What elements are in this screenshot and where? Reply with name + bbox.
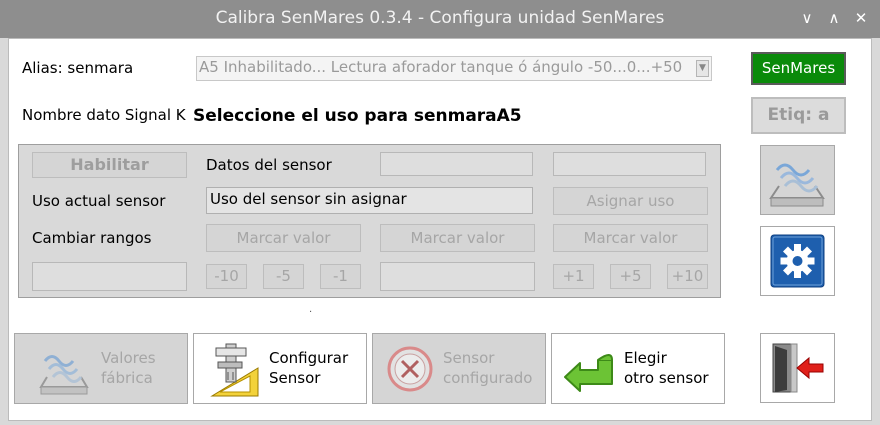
configurar-sensor-line1: Configurar — [269, 349, 349, 367]
sensor-select-value: A5 Inhabilitado... Lectura aforador tanq… — [199, 58, 683, 76]
increment-5-button[interactable]: +5 — [610, 264, 651, 289]
asignar-uso-button[interactable]: Asignar uso — [553, 187, 708, 215]
sensor-data-icon-button[interactable] — [760, 145, 835, 215]
caliper-icon — [210, 343, 259, 397]
datos-sensor-field-1 — [380, 152, 533, 176]
elegir-otro-sensor-button[interactable]: Elegir otro sensor — [551, 333, 725, 404]
cambiar-rangos-label: Cambiar rangos — [32, 229, 152, 247]
settings-icon-button[interactable] — [760, 226, 835, 296]
signalk-name: Seleccione el uso para senmaraA5 — [193, 106, 522, 126]
decrement-1-button[interactable]: -1 — [320, 264, 361, 289]
configurar-sensor-line2: Sensor — [269, 369, 321, 387]
marcar-valor-button-1[interactable]: Marcar valor — [206, 224, 361, 252]
datos-sensor-field-2 — [553, 152, 706, 176]
decrement-10-button[interactable]: -10 — [206, 264, 247, 289]
range-field-center — [380, 262, 535, 291]
wave-tray-icon — [769, 163, 825, 207]
etiq-button[interactable]: Etiq: a — [751, 97, 846, 134]
maximize-button[interactable]: ∧ — [825, 9, 843, 27]
senmares-button[interactable]: SenMares — [751, 52, 846, 85]
app-window: Calibra SenMares 0.3.4 - Configura unida… — [0, 0, 880, 425]
minimize-button[interactable]: ∨ — [798, 9, 816, 27]
uso-actual-label: Uso actual sensor — [32, 192, 166, 210]
marcar-valor-button-3[interactable]: Marcar valor — [553, 224, 708, 252]
valores-fabrica-button[interactable]: Valores fábrica — [14, 333, 188, 404]
elegir-otro-sensor-line1: Elegir — [624, 349, 667, 367]
sensor-panel: Habilitar Datos del sensor Uso actual se… — [18, 144, 721, 298]
sensor-configurado-button[interactable]: Sensor configurado — [372, 333, 546, 404]
main-content: Alias: senmara A5 Inhabilitado... Lectur… — [8, 38, 872, 421]
signalk-label: Nombre dato Signal K — [22, 106, 186, 124]
sensor-select[interactable]: A5 Inhabilitado... Lectura aforador tanq… — [196, 56, 712, 81]
habilitar-button[interactable]: Habilitar — [32, 152, 187, 178]
datos-sensor-label: Datos del sensor — [206, 156, 332, 174]
chevron-down-icon[interactable]: ▼ — [696, 60, 709, 77]
close-button[interactable]: ✕ — [852, 9, 870, 27]
window-title: Calibra SenMares 0.3.4 - Configura unida… — [215, 8, 665, 28]
sensor-configurado-line1: Sensor — [443, 349, 495, 367]
separator-dot: · — [309, 307, 313, 318]
error-circle-icon — [387, 346, 433, 392]
uso-actual-value: Uso del sensor sin asignar — [206, 187, 533, 214]
gear-icon — [770, 234, 825, 288]
title-bar[interactable]: Calibra SenMares 0.3.4 - Configura unida… — [0, 0, 880, 38]
exit-icon-button[interactable] — [760, 333, 835, 403]
increment-10-button[interactable]: +10 — [667, 264, 708, 289]
alias-label: Alias: senmara — [22, 59, 134, 77]
sensor-configurado-line2: configurado — [443, 369, 533, 387]
increment-1-button[interactable]: +1 — [553, 264, 594, 289]
range-field-left — [32, 262, 187, 291]
valores-fabrica-line2: fábrica — [101, 369, 153, 387]
elegir-otro-sensor-line2: otro sensor — [624, 369, 709, 387]
back-arrow-icon — [564, 354, 613, 392]
marcar-valor-button-2[interactable]: Marcar valor — [380, 224, 535, 252]
exit-door-icon — [772, 343, 824, 393]
configurar-sensor-button[interactable]: Configurar Sensor — [193, 333, 367, 404]
factory-values-icon — [39, 355, 89, 395]
valores-fabrica-line1: Valores — [101, 349, 156, 367]
decrement-5-button[interactable]: -5 — [263, 264, 304, 289]
